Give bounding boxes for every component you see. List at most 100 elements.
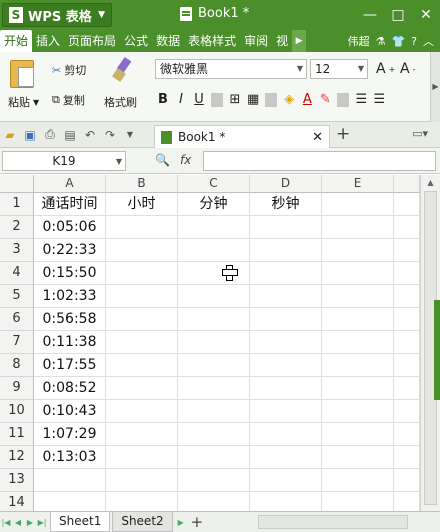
- side-panel-handle[interactable]: [434, 300, 440, 400]
- column-header-d[interactable]: D: [250, 175, 322, 193]
- cell-c7[interactable]: [178, 331, 250, 354]
- font-name-select[interactable]: 微软雅黑 ▼: [155, 59, 307, 79]
- cell-c9[interactable]: [178, 377, 250, 400]
- cell-b12[interactable]: [106, 446, 178, 469]
- new-tab-button[interactable]: +: [336, 124, 350, 144]
- menu-data[interactable]: 数据: [152, 30, 184, 52]
- cell-e3[interactable]: [322, 239, 394, 262]
- format-painter-icon[interactable]: [112, 58, 134, 82]
- close-tab-icon[interactable]: ✕: [312, 130, 323, 145]
- increase-font-button[interactable]: A +: [376, 61, 395, 77]
- row-header-1[interactable]: 1: [0, 193, 34, 216]
- select-all-corner[interactable]: [0, 175, 34, 193]
- cell-c13[interactable]: [178, 469, 250, 492]
- cell-c1[interactable]: 分钟: [178, 193, 250, 216]
- cell-a4[interactable]: 0:15:50: [34, 262, 106, 285]
- cell-a6[interactable]: 0:56:58: [34, 308, 106, 331]
- cell-c11[interactable]: [178, 423, 250, 446]
- cell-b3[interactable]: [106, 239, 178, 262]
- menu-page-layout[interactable]: 页面布局: [64, 30, 120, 52]
- cell-f3[interactable]: [394, 239, 420, 262]
- formula-input[interactable]: [203, 151, 436, 171]
- ribbon-scroll-button[interactable]: ▶: [430, 52, 440, 122]
- cell-d8[interactable]: [250, 354, 322, 377]
- cut-button[interactable]: ✂ 剪切: [52, 62, 86, 78]
- menu-insert[interactable]: 插入: [32, 30, 64, 52]
- name-box[interactable]: K19 ▼: [2, 151, 126, 171]
- cell-a5[interactable]: 1:02:33: [34, 285, 106, 308]
- cell-e5[interactable]: [322, 285, 394, 308]
- cell-f7[interactable]: [394, 331, 420, 354]
- menu-table-style[interactable]: 表格样式: [184, 30, 240, 52]
- cell-d1[interactable]: 秒钟: [250, 193, 322, 216]
- cell-f8[interactable]: [394, 354, 420, 377]
- clear-format-icon[interactable]: ✎: [319, 92, 331, 107]
- shirt-icon[interactable]: 👕: [391, 35, 405, 48]
- cell-b10[interactable]: [106, 400, 178, 423]
- row-header-10[interactable]: 10: [0, 400, 34, 423]
- fx-icon[interactable]: fx: [180, 153, 191, 167]
- scroll-up-icon[interactable]: ▲: [421, 175, 440, 191]
- cell-b5[interactable]: [106, 285, 178, 308]
- cell-b4[interactable]: [106, 262, 178, 285]
- column-header-b[interactable]: B: [106, 175, 178, 193]
- underline-button[interactable]: U: [193, 92, 205, 107]
- first-sheet-icon[interactable]: |◀: [0, 518, 12, 527]
- align-left-icon[interactable]: ☰: [355, 92, 367, 107]
- sheet-tab-sheet1[interactable]: Sheet1: [50, 512, 111, 532]
- cell-d13[interactable]: [250, 469, 322, 492]
- row-header-5[interactable]: 5: [0, 285, 34, 308]
- row-header-4[interactable]: 4: [0, 262, 34, 285]
- row-header-13[interactable]: 13: [0, 469, 34, 492]
- cell-a3[interactable]: 0:22:33: [34, 239, 106, 262]
- minimize-ribbon-icon[interactable]: ︿: [423, 33, 434, 49]
- customize-chevron-icon[interactable]: ▼: [120, 130, 140, 139]
- cell-a7[interactable]: 0:11:38: [34, 331, 106, 354]
- cell-a9[interactable]: 0:08:52: [34, 377, 106, 400]
- fill-color-icon[interactable]: ◈: [283, 92, 295, 107]
- cell-b9[interactable]: [106, 377, 178, 400]
- cell-f6[interactable]: [394, 308, 420, 331]
- skin-icon[interactable]: ⚗: [376, 35, 386, 48]
- row-header-9[interactable]: 9: [0, 377, 34, 400]
- maximize-button[interactable]: □: [384, 7, 412, 23]
- cell-a10[interactable]: 0:10:43: [34, 400, 106, 423]
- cell-f2[interactable]: [394, 216, 420, 239]
- help-button[interactable]: ?: [411, 35, 417, 48]
- italic-button[interactable]: I: [175, 92, 187, 107]
- cell-c6[interactable]: [178, 308, 250, 331]
- cell-e13[interactable]: [322, 469, 394, 492]
- print-icon[interactable]: ⎙: [40, 127, 60, 142]
- cell-d10[interactable]: [250, 400, 322, 423]
- undo-icon[interactable]: ↶: [80, 128, 100, 142]
- cell-e7[interactable]: [322, 331, 394, 354]
- wps-app-menu-button[interactable]: S WPS 表格 ▼: [2, 3, 112, 27]
- document-tab[interactable]: Book1 * ✕: [154, 125, 330, 148]
- add-sheet-button[interactable]: +: [191, 513, 204, 531]
- cell-d3[interactable]: [250, 239, 322, 262]
- scroll-sheets-icon[interactable]: ▶: [173, 518, 189, 527]
- cell-f4[interactable]: [394, 262, 420, 285]
- cell-b7[interactable]: [106, 331, 178, 354]
- row-header-12[interactable]: 12: [0, 446, 34, 469]
- cell-a1[interactable]: 通话时间: [34, 193, 106, 216]
- open-folder-icon[interactable]: ▰: [0, 128, 20, 142]
- close-button[interactable]: ✕: [412, 7, 440, 23]
- cell-f13[interactable]: [394, 469, 420, 492]
- row-header-2[interactable]: 2: [0, 216, 34, 239]
- column-header-f[interactable]: [394, 175, 420, 193]
- cell-a12[interactable]: 0:13:03: [34, 446, 106, 469]
- cell-e6[interactable]: [322, 308, 394, 331]
- prev-sheet-icon[interactable]: ◀: [12, 518, 24, 527]
- cell-f11[interactable]: [394, 423, 420, 446]
- tab-list-icon[interactable]: ▭▾: [412, 127, 428, 140]
- border-icon[interactable]: ⊞: [229, 92, 241, 107]
- row-header-7[interactable]: 7: [0, 331, 34, 354]
- cell-d9[interactable]: [250, 377, 322, 400]
- row-header-3[interactable]: 3: [0, 239, 34, 262]
- next-sheet-icon[interactable]: ▶: [24, 518, 36, 527]
- column-header-e[interactable]: E: [322, 175, 394, 193]
- horizontal-scrollbar[interactable]: [258, 515, 408, 529]
- cell-d4[interactable]: [250, 262, 322, 285]
- cell-d12[interactable]: [250, 446, 322, 469]
